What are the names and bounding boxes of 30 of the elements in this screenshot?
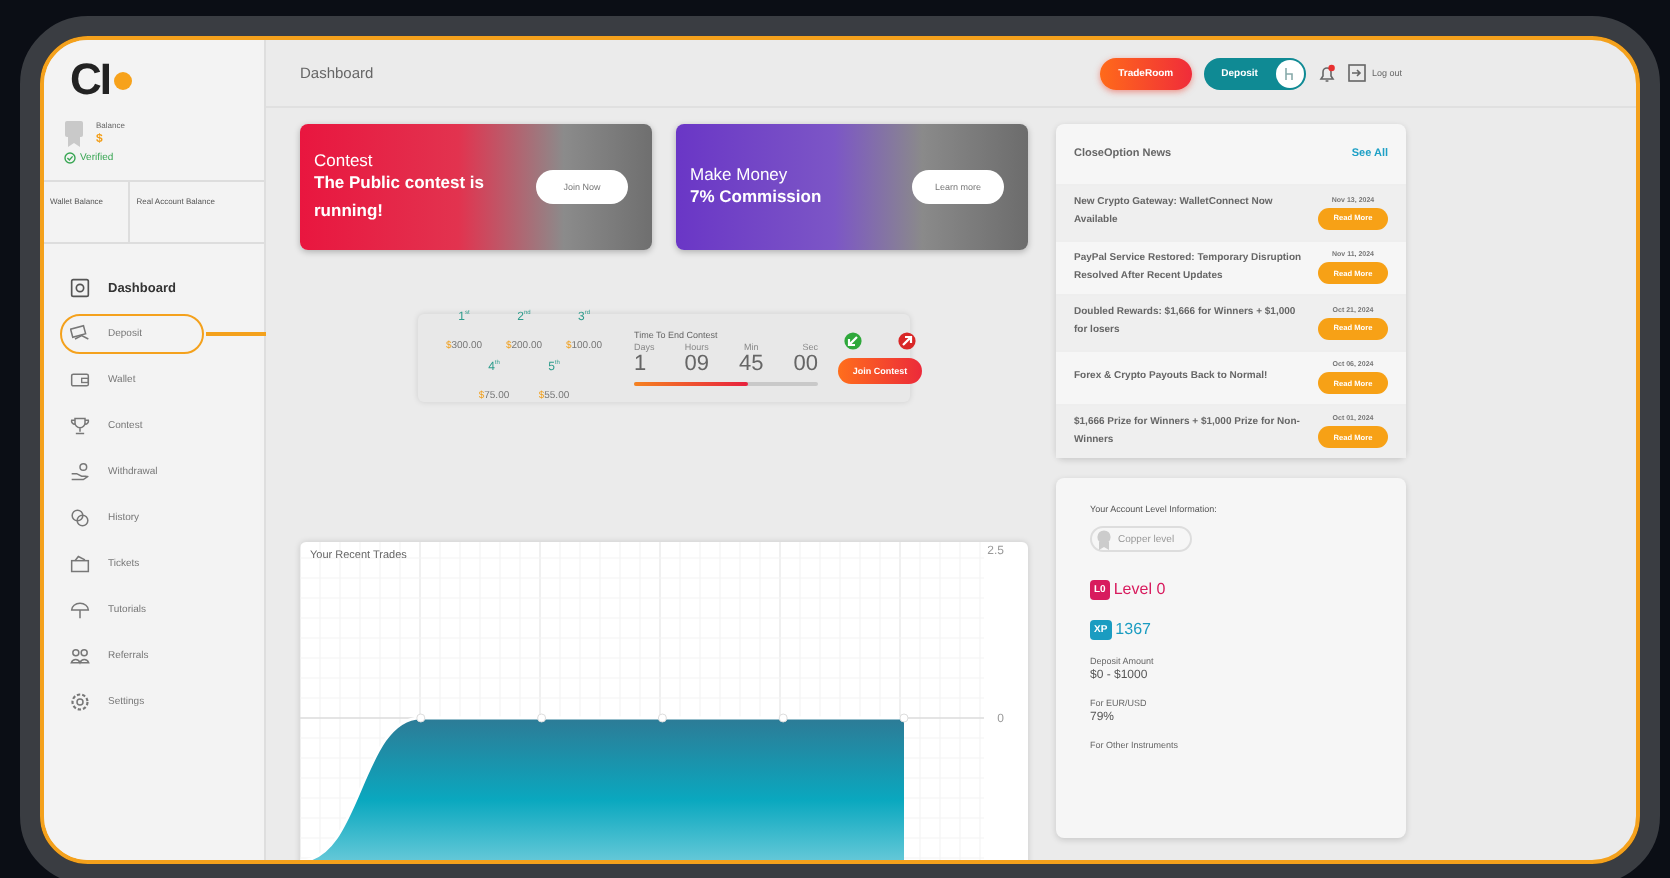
coins-icon	[70, 508, 90, 528]
timer-value: 09	[684, 353, 709, 376]
bell-icon[interactable]	[1317, 63, 1336, 83]
arrow-down-left-icon[interactable]	[844, 332, 862, 350]
leader-line	[206, 332, 266, 335]
arrow-up-right-icon[interactable]	[898, 332, 916, 350]
banner-eyebrow: Contest	[314, 150, 375, 171]
banner-eyebrow: Make Money	[690, 163, 790, 184]
banner-title: The Public contest is running!	[314, 170, 487, 224]
logo-dot	[114, 71, 132, 89]
ticket-icon	[70, 554, 90, 574]
ribbon-icon	[1096, 529, 1112, 549]
banner-title: 7% Commission	[690, 184, 824, 210]
xp-value: 1367	[1115, 620, 1151, 638]
timer-value: 1	[634, 353, 647, 376]
hand-coin-icon	[70, 462, 90, 482]
cash-icon	[70, 324, 90, 344]
logout-icon	[1347, 64, 1366, 82]
logo-text: CI	[70, 54, 110, 106]
settings-icon	[70, 692, 90, 712]
wallet-icon	[70, 370, 90, 390]
timer-value: 45	[738, 353, 764, 376]
level-value: Level 0	[1113, 580, 1166, 598]
safe-icon	[70, 278, 90, 298]
timer-value: 00	[793, 353, 818, 376]
ribbon-icon	[64, 120, 84, 148]
trophy-icon	[70, 416, 90, 436]
umbrella-icon	[70, 600, 90, 620]
people-icon	[70, 646, 90, 666]
check-circle-icon	[64, 152, 76, 164]
